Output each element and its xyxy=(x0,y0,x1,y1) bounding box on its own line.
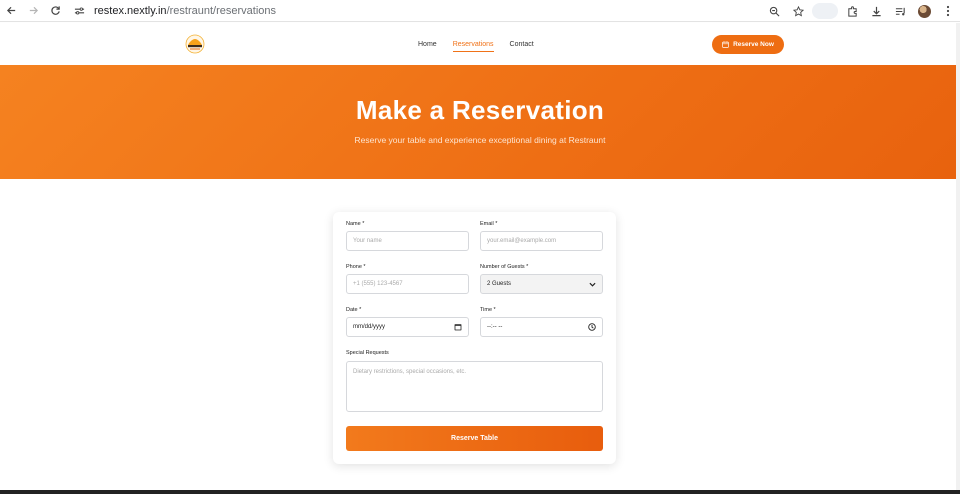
reserve-table-button[interactable]: Reserve Table xyxy=(346,426,603,451)
calendar-picker-icon[interactable] xyxy=(454,323,462,331)
date-value: mm/dd/yyyy xyxy=(353,324,386,330)
nav-home[interactable]: Home xyxy=(410,23,445,65)
hero-banner: Make a Reservation Reserve your table an… xyxy=(0,65,960,179)
profile-avatar[interactable] xyxy=(912,0,936,22)
phone-input[interactable]: +1 (555) 123-4567 xyxy=(346,274,469,294)
requests-label: Special Requests xyxy=(346,350,389,356)
email-label: Email * xyxy=(480,221,498,227)
page-title: Make a Reservation xyxy=(355,95,605,125)
address-bar[interactable]: restex.nextly.in/restraunt/reservations xyxy=(72,0,276,22)
nav-reservations[interactable]: Reservations xyxy=(445,23,502,65)
name-label: Name * xyxy=(346,221,365,227)
extensions-icon[interactable] xyxy=(840,0,864,22)
restaurant-logo-icon[interactable] xyxy=(183,33,207,55)
zoom-icon[interactable] xyxy=(762,0,786,22)
guests-label: Number of Guests * xyxy=(480,264,529,270)
toolbar-pill xyxy=(812,3,838,19)
guests-value: 2 Guests xyxy=(487,281,512,287)
nav-contact[interactable]: Contact xyxy=(502,23,542,65)
forward-arrow-icon[interactable] xyxy=(22,0,44,22)
page-subtitle: Reserve your table and experience except… xyxy=(354,135,606,145)
date-label: Date * xyxy=(346,307,362,313)
guests-select[interactable]: 2 Guests xyxy=(480,274,603,294)
clock-icon[interactable] xyxy=(588,323,596,331)
reservation-form: Name * Your name Email * your.email@exam… xyxy=(333,212,616,464)
time-value: --:-- -- xyxy=(487,324,503,330)
window-bottom-edge xyxy=(0,490,960,494)
special-requests-textarea[interactable]: Dietary restrictions, special occasions,… xyxy=(346,361,603,412)
download-icon[interactable] xyxy=(864,0,888,22)
url-host: restex.nextly.in xyxy=(94,4,167,17)
site-navbar: Home Reservations Contact Reserve Now xyxy=(0,23,960,65)
phone-label: Phone * xyxy=(346,264,366,270)
chevron-down-icon xyxy=(589,282,596,287)
reserve-now-label: Reserve Now xyxy=(733,41,774,48)
back-arrow-icon[interactable] xyxy=(0,0,22,22)
page-scrollbar[interactable] xyxy=(956,23,960,490)
reload-icon[interactable] xyxy=(44,0,66,22)
calendar-icon xyxy=(722,41,729,48)
url-path: /restraunt/reservations xyxy=(166,4,276,17)
main-menu: Home Reservations Contact xyxy=(410,23,542,65)
media-icon[interactable] xyxy=(888,0,912,22)
name-input[interactable]: Your name xyxy=(346,231,469,251)
reserve-now-button[interactable]: Reserve Now xyxy=(712,35,784,54)
time-label: Time * xyxy=(480,307,496,313)
star-icon[interactable] xyxy=(786,0,810,22)
time-input[interactable]: --:-- -- xyxy=(480,317,603,337)
date-input[interactable]: mm/dd/yyyy xyxy=(346,317,469,337)
site-settings-icon[interactable] xyxy=(72,6,86,16)
browser-toolbar: restex.nextly.in/restraunt/reservations xyxy=(0,0,960,22)
url-text: restex.nextly.in/restraunt/reservations xyxy=(94,5,276,17)
email-input[interactable]: your.email@example.com xyxy=(480,231,603,251)
more-menu-icon[interactable] xyxy=(936,0,960,22)
